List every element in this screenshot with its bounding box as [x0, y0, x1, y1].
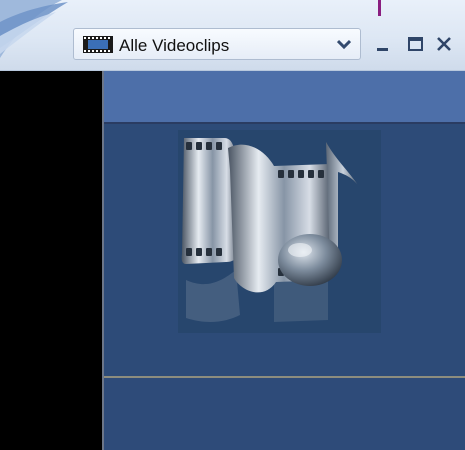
- film-strip-icon: [83, 36, 113, 53]
- library-view-label: Alle Videoclips: [119, 36, 230, 55]
- annotation-marker-line: [378, 0, 381, 16]
- media-player-window: Alle Videoclips: [0, 0, 465, 450]
- minimize-icon[interactable]: [373, 30, 395, 56]
- close-icon[interactable]: [434, 30, 456, 56]
- title-bar-swoosh: [0, 0, 68, 58]
- title-bar: Alle Videoclips: [0, 0, 465, 71]
- left-pane: [0, 71, 102, 450]
- maximize-icon[interactable]: [406, 30, 428, 56]
- lower-pane: [104, 378, 465, 450]
- library-view-dropdown[interactable]: Alle Videoclips: [73, 28, 361, 60]
- content-header-band: [104, 71, 465, 122]
- placeholder-art: [178, 130, 381, 333]
- film-music-note-icon: [181, 138, 360, 322]
- chevron-down-icon[interactable]: [337, 39, 351, 51]
